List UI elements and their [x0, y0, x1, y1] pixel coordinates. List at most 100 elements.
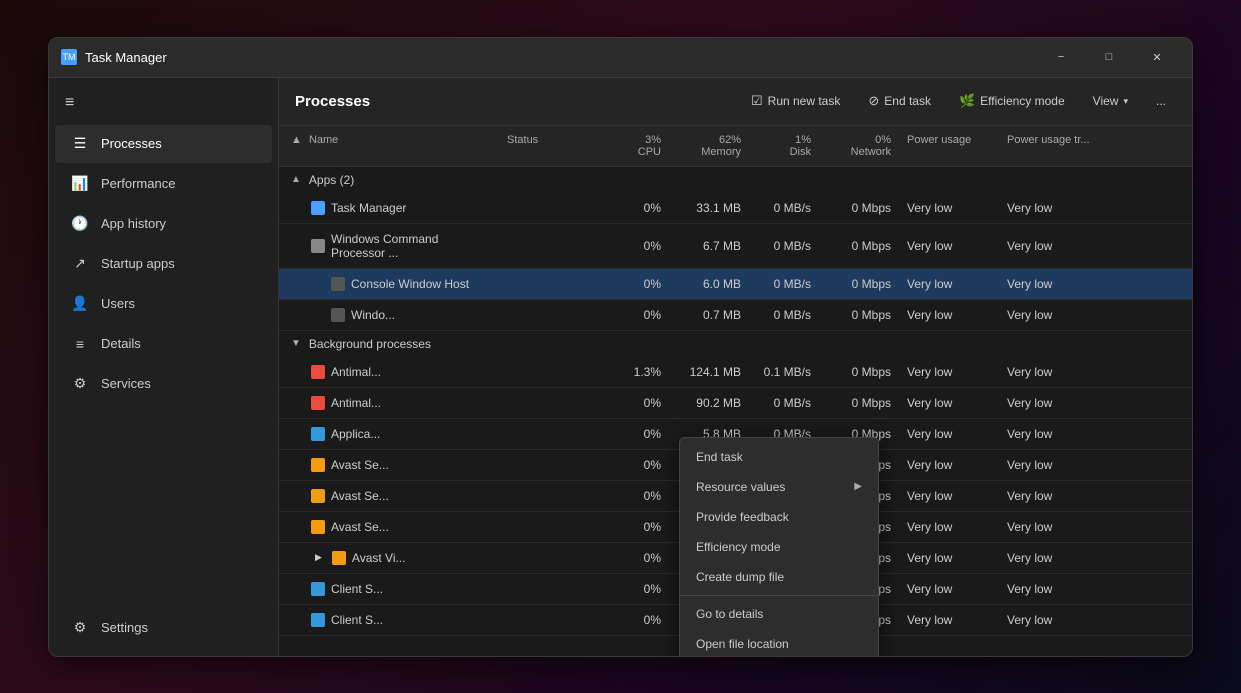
memory-cell: 6.7 MB [669, 231, 749, 261]
col-header-disk[interactable]: 1% Disk [749, 126, 819, 166]
table-row[interactable]: Windo... 0% 0.7 MB 0 MB/s 0 Mbps Very lo… [279, 300, 1192, 331]
powertrend-cell: Very low [999, 193, 1192, 223]
context-menu: End task Resource values ▶ Provide feedb… [679, 437, 879, 656]
status-cell [499, 457, 599, 473]
power-cell: Very low [899, 269, 999, 299]
cpu-cell: 0% [599, 481, 669, 511]
process-icon [311, 427, 325, 441]
power-cell: Very low [899, 419, 999, 449]
table-body[interactable]: ▲ Apps (2) Task Manager 0% 33.1 MB 0 MB/… [279, 167, 1192, 656]
sidebar-item-users[interactable]: 👤 Users [55, 285, 272, 323]
sidebar: ≡ ☰ Processes 📊 Performance 🕐 App histor… [49, 78, 279, 656]
powertrend-cell: Very low [999, 512, 1192, 542]
process-name-cell: Antimal... [279, 357, 499, 387]
table-row[interactable]: Antimal... 0% 90.2 MB 0 MB/s 0 Mbps Very… [279, 388, 1192, 419]
memory-cell: 124.1 MB [669, 357, 749, 387]
ctx-resource-values[interactable]: Resource values ▶ [680, 472, 878, 502]
sidebar-item-startup-apps[interactable]: ↗ Startup apps [55, 245, 272, 283]
view-button[interactable]: View ▾ [1083, 89, 1138, 113]
power-cell: Very low [899, 300, 999, 330]
power-cell: Very low [899, 543, 999, 573]
status-cell [499, 488, 599, 504]
sidebar-hamburger-button[interactable]: ≡ [49, 86, 278, 120]
status-cell [499, 519, 599, 535]
disk-cell: 0 MB/s [749, 269, 819, 299]
group-header-background[interactable]: ▼ Background processes [279, 331, 1192, 357]
status-cell [499, 426, 599, 442]
maximize-button[interactable]: □ [1086, 41, 1132, 73]
cpu-cell: 0% [599, 388, 669, 418]
processes-icon: ☰ [71, 135, 89, 153]
col-header-status[interactable]: Status [499, 126, 599, 166]
end-task-button[interactable]: ⊘ End task [858, 88, 941, 114]
close-button[interactable]: ✕ [1134, 41, 1180, 73]
ctx-end-task[interactable]: End task [680, 442, 878, 472]
minimize-button[interactable]: − [1038, 41, 1084, 73]
process-icon [311, 239, 325, 253]
efficiency-mode-button[interactable]: 🌿 Efficiency mode [949, 88, 1075, 114]
powertrend-cell: Very low [999, 481, 1192, 511]
ctx-provide-feedback[interactable]: Provide feedback [680, 502, 878, 532]
power-cell: Very low [899, 193, 999, 223]
toolbar: Processes ☑ Run new task ⊘ End task 🌿 Ef… [279, 78, 1192, 126]
memory-cell: 90.2 MB [669, 388, 749, 418]
ctx-go-to-details[interactable]: Go to details [680, 599, 878, 629]
col-header-powertrend[interactable]: Power usage tr... [999, 126, 1192, 166]
group-header-apps[interactable]: ▲ Apps (2) [279, 167, 1192, 193]
process-name-cell: Applica... [279, 419, 499, 449]
power-cell: Very low [899, 231, 999, 261]
ctx-create-dump[interactable]: Create dump file [680, 562, 878, 592]
sidebar-item-details[interactable]: ≡ Details [55, 325, 272, 363]
powertrend-cell: Very low [999, 231, 1192, 261]
network-cell: 0 Mbps [819, 357, 899, 387]
content-area: Processes ☑ Run new task ⊘ End task 🌿 Ef… [279, 78, 1192, 656]
power-cell: Very low [899, 450, 999, 480]
col-header-name[interactable]: ▲ Name [279, 126, 499, 166]
process-icon [332, 551, 346, 565]
process-icon [311, 365, 325, 379]
table-row[interactable]: Task Manager 0% 33.1 MB 0 MB/s 0 Mbps Ve… [279, 193, 1192, 224]
sidebar-item-services[interactable]: ⚙ Services [55, 365, 272, 403]
process-icon [311, 396, 325, 410]
ctx-efficiency-mode[interactable]: Efficiency mode [680, 532, 878, 562]
sidebar-item-performance[interactable]: 📊 Performance [55, 165, 272, 203]
ctx-open-file-location[interactable]: Open file location [680, 629, 878, 656]
powertrend-cell: Very low [999, 269, 1192, 299]
network-cell: 0 Mbps [819, 193, 899, 223]
table-row[interactable]: Antimal... 1.3% 124.1 MB 0.1 MB/s 0 Mbps… [279, 357, 1192, 388]
memory-cell: 6.0 MB [669, 269, 749, 299]
more-options-button[interactable]: ... [1146, 89, 1176, 113]
network-cell: 0 Mbps [819, 388, 899, 418]
process-name-cell: Client S... [279, 605, 499, 635]
sidebar-item-label: App history [101, 216, 166, 231]
cpu-cell: 0% [599, 450, 669, 480]
sidebar-item-label: Services [101, 376, 151, 391]
powertrend-cell: Very low [999, 450, 1192, 480]
process-name-cell: ▶ Avast Vi... [279, 543, 499, 573]
process-name-cell: Client S... [279, 574, 499, 604]
col-header-power[interactable]: Power usage [899, 126, 999, 166]
run-new-task-button[interactable]: ☑ Run new task [741, 88, 850, 114]
powertrend-cell: Very low [999, 574, 1192, 604]
status-cell [499, 238, 599, 254]
cpu-cell: 0% [599, 605, 669, 635]
col-header-memory[interactable]: 62% Memory [669, 126, 749, 166]
sidebar-item-label: Processes [101, 136, 162, 151]
sidebar-item-settings[interactable]: ⚙ Settings [55, 609, 272, 647]
window-controls: − □ ✕ [1038, 41, 1180, 73]
network-cell: 0 Mbps [819, 300, 899, 330]
app-icon: TM [61, 49, 77, 65]
process-name-cell: Avast Se... [279, 450, 499, 480]
sidebar-item-processes[interactable]: ☰ Processes [55, 125, 272, 163]
disk-cell: 0 MB/s [749, 388, 819, 418]
power-cell: Very low [899, 481, 999, 511]
sidebar-item-app-history[interactable]: 🕐 App history [55, 205, 272, 243]
col-header-cpu[interactable]: 3% CPU [599, 126, 669, 166]
table-row[interactable]: Windows Command Processor ... 0% 6.7 MB … [279, 224, 1192, 269]
power-cell: Very low [899, 512, 999, 542]
table-row[interactable]: Console Window Host 0% 6.0 MB 0 MB/s 0 M… [279, 269, 1192, 300]
powertrend-cell: Very low [999, 605, 1192, 635]
context-menu-divider [680, 595, 878, 596]
col-header-network[interactable]: 0% Network [819, 126, 899, 166]
sidebar-item-label: Users [101, 296, 135, 311]
